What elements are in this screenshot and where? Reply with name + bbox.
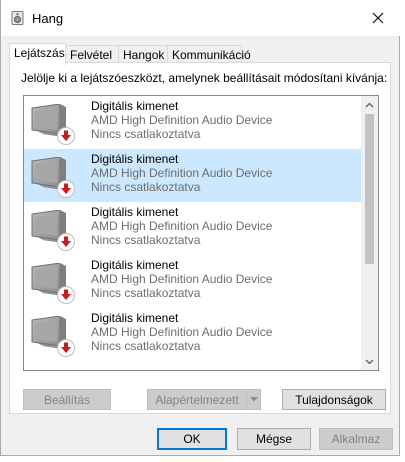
title-bar[interactable]: Hang xyxy=(1,0,401,36)
tab-label: Felvétel xyxy=(70,48,113,62)
tab-playback[interactable]: Lejátszás xyxy=(9,43,66,65)
scroll-up-button[interactable] xyxy=(361,96,378,113)
set-default-dropdown[interactable] xyxy=(246,389,261,410)
device-status: Nincs csatlakoztatva xyxy=(91,339,201,353)
configure-button[interactable]: Beállítás xyxy=(23,389,111,410)
sound-dialog: Hang Lejátszás Felvétel Hangok Kommuniká… xyxy=(0,0,401,456)
tab-label: Hangok xyxy=(123,48,165,62)
apply-label: Alkalmaz xyxy=(331,432,381,446)
device-row[interactable]: Digitális kimenet AMD High Definition Aud… xyxy=(24,255,362,308)
cancel-label: Mégse xyxy=(255,432,293,446)
monitor-icon xyxy=(31,104,75,145)
scroll-down-button[interactable] xyxy=(361,353,378,370)
instruction-text: Jelölje ki a lejátszóeszközt, amelynek b… xyxy=(21,71,388,85)
chevron-up-icon xyxy=(365,102,374,107)
speaker-icon xyxy=(11,11,24,25)
device-name: Digitális kimenet xyxy=(91,311,179,325)
device-description: AMD High Definition Audio Device xyxy=(91,113,273,127)
properties-button[interactable]: Tulajdonságok xyxy=(282,389,386,410)
device-status: Nincs csatlakoztatva xyxy=(91,127,201,141)
window-title: Hang xyxy=(32,11,64,26)
disconnected-arrow-icon xyxy=(57,127,75,145)
device-description: AMD High Definition Audio Device xyxy=(91,166,273,180)
chevron-down-icon xyxy=(365,359,374,364)
chevron-down-icon xyxy=(249,397,258,402)
cancel-button[interactable]: Mégse xyxy=(237,428,311,450)
device-name: Digitális kimenet xyxy=(91,258,179,272)
set-default-button[interactable]: Alapértelmezett xyxy=(147,389,247,410)
device-description: AMD High Definition Audio Device xyxy=(91,219,273,233)
device-status: Nincs csatlakoztatva xyxy=(91,180,201,194)
apply-button[interactable]: Alkalmaz xyxy=(319,428,393,450)
set-default-label: Alapértelmezett xyxy=(155,392,239,407)
device-row[interactable]: Digitális kimenet AMD High Definition Aud… xyxy=(24,308,362,361)
disconnected-arrow-icon xyxy=(57,286,75,304)
ok-button[interactable]: OK xyxy=(157,428,227,450)
disconnected-arrow-icon xyxy=(57,339,75,357)
monitor-icon xyxy=(31,157,75,198)
device-row[interactable]: Digitális kimenet AMD High Definition Aud… xyxy=(24,202,362,255)
properties-label: Tulajdonságok xyxy=(295,392,373,407)
disconnected-arrow-icon xyxy=(57,233,75,251)
device-description: AMD High Definition Audio Device xyxy=(91,325,273,339)
tab-label: Kommunikáció xyxy=(172,48,251,62)
configure-label: Beállítás xyxy=(43,392,91,407)
device-row[interactable]: Digitális kimenet AMD High Definition Aud… xyxy=(24,96,362,149)
device-status: Nincs csatlakoztatva xyxy=(91,233,201,247)
device-name: Digitális kimenet xyxy=(91,205,179,219)
close-button[interactable] xyxy=(355,0,401,36)
device-row[interactable]: Digitális kimenet AMD High Definition Aud… xyxy=(24,149,362,202)
scroll-thumb[interactable] xyxy=(365,114,374,264)
playback-panel: Jelölje ki a lejátszóeszközt, amelynek b… xyxy=(9,62,391,414)
device-status: Nincs csatlakoztatva xyxy=(91,286,201,300)
disconnected-arrow-icon xyxy=(57,180,75,198)
device-list[interactable]: Digitális kimenet AMD High Definition Aud… xyxy=(23,95,379,371)
tab-label: Lejátszás xyxy=(14,46,65,60)
device-list-items: Digitális kimenet AMD High Definition Aud… xyxy=(24,96,362,361)
device-description: AMD High Definition Audio Device xyxy=(91,272,273,286)
ok-label: OK xyxy=(183,432,201,446)
monitor-icon xyxy=(31,210,75,251)
device-name: Digitális kimenet xyxy=(91,152,179,166)
taskbar-strip xyxy=(0,456,405,462)
monitor-icon xyxy=(31,316,75,357)
scrollbar[interactable] xyxy=(361,96,378,370)
device-name: Digitális kimenet xyxy=(91,99,179,113)
monitor-icon xyxy=(31,263,75,304)
close-icon xyxy=(372,12,384,24)
